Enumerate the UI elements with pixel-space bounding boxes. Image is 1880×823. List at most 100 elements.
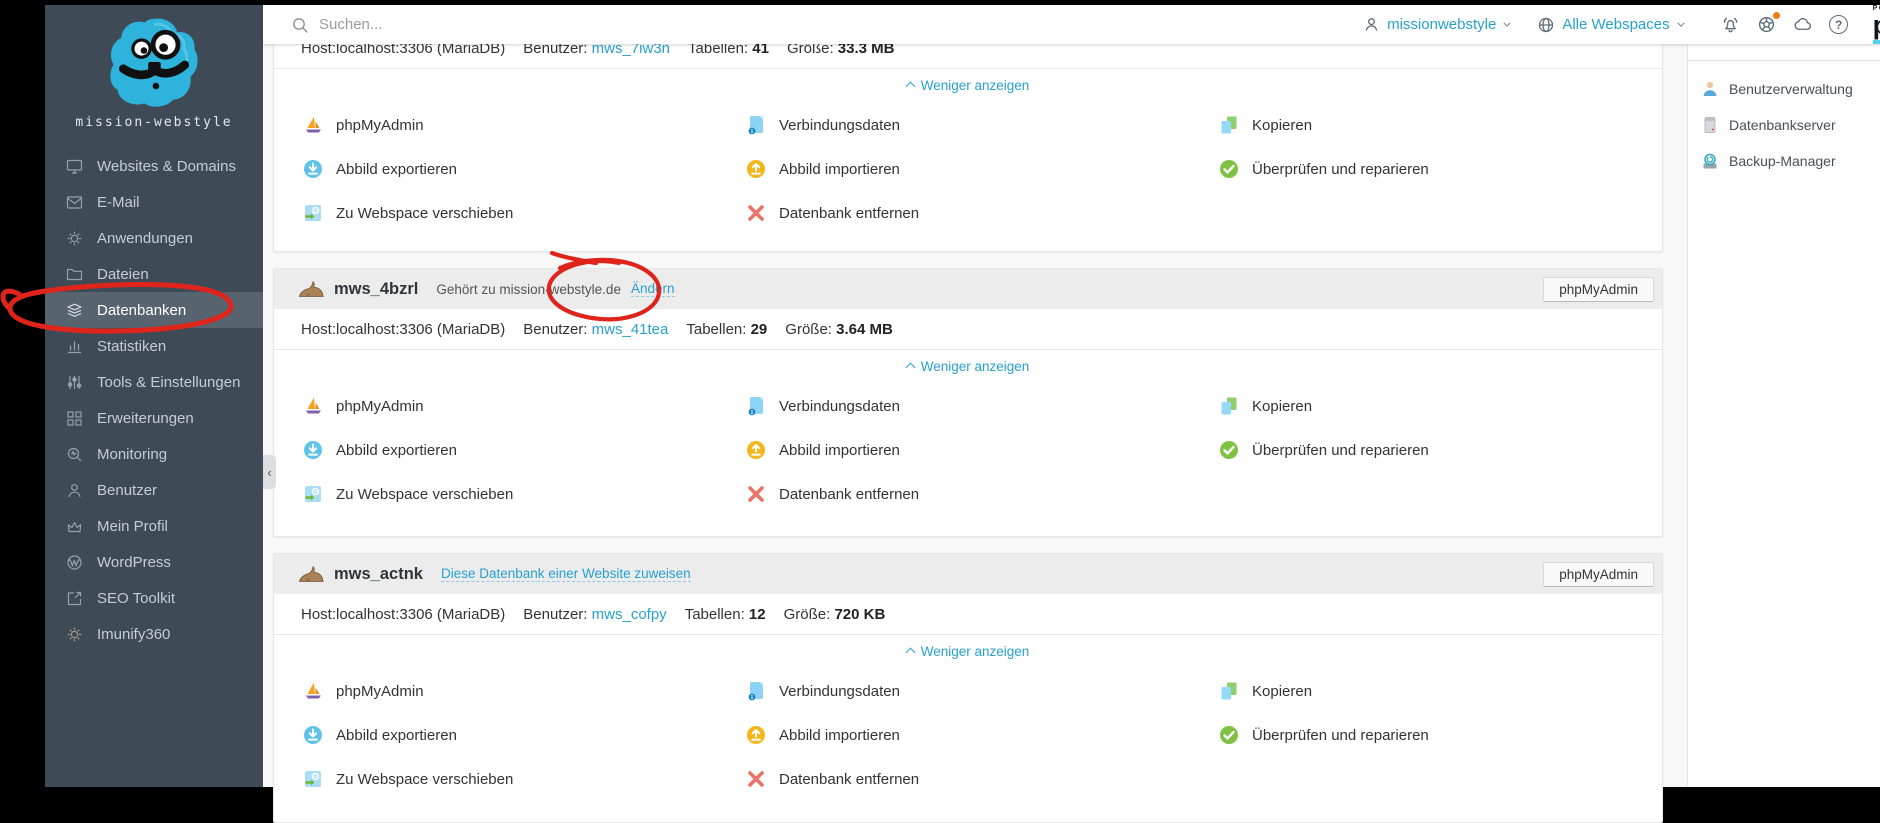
action-import-dump[interactable]: Abbild importieren: [746, 428, 919, 472]
connection-info-icon: [746, 396, 766, 416]
db-assignment-text: Gehört zu mission-webstyle.de: [436, 282, 621, 297]
collapse-row: Weniger anzeigen: [274, 635, 1662, 667]
sidebar-item-label: Mein Profil: [97, 518, 168, 535]
mascot-logo-icon: [106, 15, 202, 111]
chevron-down-icon: [1677, 22, 1685, 27]
action-check-repair[interactable]: Überprüfen und reparieren: [1219, 147, 1429, 191]
phpmyadmin-sailboat-icon: [303, 681, 323, 701]
db-actions: phpMyAdmin Abbild exportieren Zu Webspac…: [274, 382, 1662, 528]
sidebar-item-websites-domains[interactable]: Websites & Domains: [45, 148, 263, 184]
action-check-repair[interactable]: Überprüfen und reparieren: [1219, 713, 1429, 757]
help-icon: ?: [1829, 15, 1848, 34]
db-size: Größe: 3.64 MB: [785, 321, 893, 338]
globe-icon: [1537, 16, 1555, 34]
sidebar-item-mein-profil[interactable]: Mein Profil: [45, 508, 263, 544]
sidebar-item-erweiterungen[interactable]: Erweiterungen: [45, 400, 263, 436]
action-check-repair[interactable]: Überprüfen und reparieren: [1219, 428, 1429, 472]
action-phpmyadmin[interactable]: phpMyAdmin: [303, 669, 513, 713]
topbar: missionwebstyle Alle Webspaces ? POWE pl: [263, 5, 1880, 44]
panel-item-benutzerverwaltung[interactable]: Benutzerverwaltung: [1688, 71, 1880, 107]
action-move-webspace[interactable]: Zu Webspace verschieben: [303, 472, 513, 516]
user-menu[interactable]: missionwebstyle: [1363, 16, 1511, 33]
action-copy[interactable]: Kopieren: [1219, 103, 1429, 147]
action-import-dump[interactable]: Abbild importieren: [746, 713, 919, 757]
action-move-webspace[interactable]: Zu Webspace verschieben: [303, 191, 513, 235]
user-menu-label: missionwebstyle: [1387, 16, 1496, 33]
webspace-menu[interactable]: Alle Webspaces: [1537, 16, 1684, 34]
search-input[interactable]: [319, 16, 679, 33]
phpmyadmin-button[interactable]: phpMyAdmin: [1543, 277, 1654, 302]
check-repair-icon: [1219, 725, 1239, 745]
action-connection-info[interactable]: Verbindungsdaten: [746, 384, 919, 428]
show-less-link[interactable]: Weniger anzeigen: [907, 78, 1030, 93]
action-connection-info[interactable]: Verbindungsdaten: [746, 103, 919, 147]
action-label: Abbild importieren: [779, 442, 900, 459]
sidebar-item-dateien[interactable]: Dateien: [45, 256, 263, 292]
person-icon: [1363, 16, 1380, 33]
sidebar-item-wordpress[interactable]: WordPress: [45, 544, 263, 580]
chevron-up-icon: [905, 82, 915, 92]
notifications-button[interactable]: [1713, 15, 1749, 34]
show-less-link[interactable]: Weniger anzeigen: [907, 359, 1030, 374]
action-phpmyadmin[interactable]: phpMyAdmin: [303, 384, 513, 428]
plesk-logo-text: pl: [1873, 12, 1880, 44]
db-user-link[interactable]: mws_41tea: [592, 321, 669, 338]
host-row: Host:localhost:3306 (MariaDB) Benutzer: …: [274, 594, 1662, 634]
notification-dot: [1773, 12, 1780, 19]
action-export-dump[interactable]: Abbild exportieren: [303, 428, 513, 472]
action-label: Verbindungsdaten: [779, 117, 900, 134]
sidebar-item-datenbanken[interactable]: Datenbanken: [45, 292, 263, 328]
move-webspace-icon: [303, 769, 323, 789]
sidebar-item-tools-einstellungen[interactable]: Tools & Einstellungen: [45, 364, 263, 400]
db-assign-link[interactable]: Diese Datenbank einer Website zuweisen: [441, 566, 691, 582]
action-label: Zu Webspace verschieben: [336, 771, 513, 788]
help-button[interactable]: ?: [1821, 15, 1857, 34]
action-remove-database[interactable]: Datenbank entfernen: [746, 191, 919, 235]
db-tables: Tabellen: 29: [686, 321, 767, 338]
sliders-icon: [66, 374, 83, 391]
panel-item-datenbankserver[interactable]: Datenbankserver: [1688, 107, 1880, 143]
db-user-link[interactable]: mws_cofpy: [592, 606, 667, 623]
sidebar: mission-webstyle Websites & Domains E-Ma…: [45, 5, 263, 787]
db-name: mws_4bzrl: [334, 280, 418, 299]
panel-item-backup-manager[interactable]: Backup-Manager: [1688, 143, 1880, 179]
sidebar-item-email[interactable]: E-Mail: [45, 184, 263, 220]
chevron-up-icon: [905, 648, 915, 658]
db-user: Benutzer: mws_cofpy: [523, 606, 666, 623]
action-phpmyadmin[interactable]: phpMyAdmin: [303, 103, 513, 147]
phpmyadmin-sailboat-icon: [303, 115, 323, 135]
cloud-button[interactable]: [1785, 15, 1821, 34]
sidebar-item-anwendungen[interactable]: Anwendungen: [45, 220, 263, 256]
search-box[interactable]: [291, 16, 711, 34]
action-copy[interactable]: Kopieren: [1219, 384, 1429, 428]
action-connection-info[interactable]: Verbindungsdaten: [746, 669, 919, 713]
sidebar-item-statistiken[interactable]: Statistiken: [45, 328, 263, 364]
connection-info-icon: [746, 115, 766, 135]
show-less-link[interactable]: Weniger anzeigen: [907, 644, 1030, 659]
whats-new-button[interactable]: [1749, 15, 1785, 34]
sidebar-item-label: SEO Toolkit: [97, 590, 175, 607]
sidebar-item-seo-toolkit[interactable]: SEO Toolkit: [45, 580, 263, 616]
action-import-dump[interactable]: Abbild importieren: [746, 147, 919, 191]
sidebar-item-label: Statistiken: [97, 338, 166, 355]
action-remove-database[interactable]: Datenbank entfernen: [746, 757, 919, 801]
action-move-webspace[interactable]: Zu Webspace verschieben: [303, 757, 513, 801]
db-actions: phpMyAdmin Abbild exportieren Zu Webspac…: [274, 667, 1662, 813]
gear-icon: [66, 230, 83, 247]
panel-item-label: Backup-Manager: [1729, 153, 1836, 169]
db-change-link[interactable]: Ändern: [631, 281, 675, 297]
action-remove-database[interactable]: Datenbank entfernen: [746, 472, 919, 516]
action-copy[interactable]: Kopieren: [1219, 669, 1429, 713]
action-export-dump[interactable]: Abbild exportieren: [303, 147, 513, 191]
move-webspace-icon: [303, 203, 323, 223]
crown-icon: [66, 518, 83, 535]
action-export-dump[interactable]: Abbild exportieren: [303, 713, 513, 757]
sidebar-item-benutzer[interactable]: Benutzer: [45, 472, 263, 508]
phpmyadmin-button[interactable]: phpMyAdmin: [1543, 562, 1654, 587]
sidebar-collapse-handle[interactable]: ‹: [263, 455, 276, 489]
action-label: Abbild importieren: [779, 727, 900, 744]
action-label: Verbindungsdaten: [779, 398, 900, 415]
sidebar-item-monitoring[interactable]: Monitoring: [45, 436, 263, 472]
sidebar-menu: Websites & Domains E-Mail Anwendungen Da…: [45, 148, 263, 652]
sidebar-item-imunify360[interactable]: Imunify360: [45, 616, 263, 652]
